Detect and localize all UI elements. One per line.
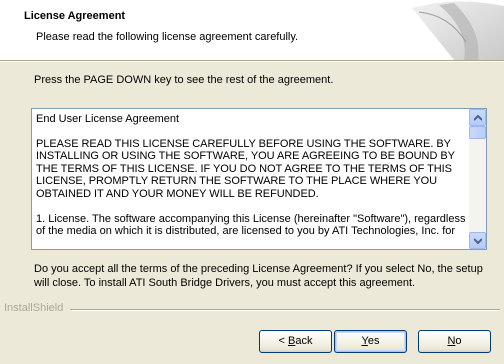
header-panel: License Agreement Please read the follow…	[0, 0, 504, 60]
page-subtitle: Please read the following license agreem…	[36, 31, 299, 43]
license-text-area[interactable]: End User License Agreement PLEASE READ T…	[31, 108, 487, 250]
license-paragraph-1: PLEASE READ THIS LICENSE CAREFULLY BEFOR…	[36, 137, 455, 200]
instruction-text: Press the PAGE DOWN key to see the rest …	[34, 74, 334, 86]
license-heading: End User License Agreement	[36, 113, 180, 125]
installshield-brand: InstallShield	[4, 302, 64, 314]
no-button-rest: o	[455, 335, 462, 347]
accept-question: Do you accept all the terms of the prece…	[34, 263, 483, 289]
header-separator	[0, 60, 504, 62]
yes-button[interactable]: Yes	[334, 330, 407, 353]
installer-header-graphic-icon	[412, 1, 504, 60]
back-button-prefix: <	[278, 335, 288, 347]
scroll-down-button[interactable]	[469, 232, 486, 249]
chevron-up-icon	[474, 115, 482, 121]
page-title: License Agreement	[24, 10, 126, 22]
back-button-rest: ack	[295, 335, 313, 347]
no-button[interactable]: No	[418, 330, 491, 353]
footer-separator	[70, 309, 500, 311]
license-paragraph-2: 1. License. The software accompanying th…	[36, 212, 466, 238]
chevron-down-icon	[474, 238, 482, 244]
vertical-scrollbar[interactable]	[469, 109, 486, 249]
back-button[interactable]: < Back	[259, 330, 332, 353]
license-text: End User License Agreement PLEASE READ T…	[36, 113, 466, 245]
scroll-thumb[interactable]	[469, 126, 486, 139]
yes-button-rest: es	[367, 335, 380, 347]
scroll-up-button[interactable]	[469, 109, 486, 126]
